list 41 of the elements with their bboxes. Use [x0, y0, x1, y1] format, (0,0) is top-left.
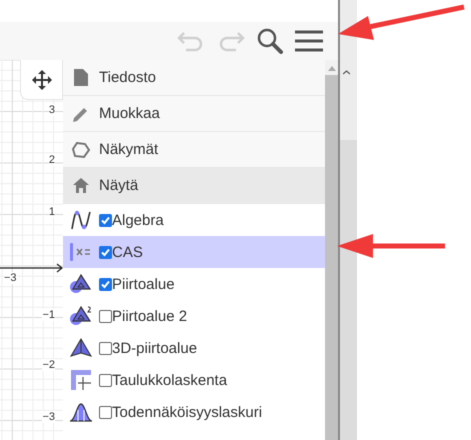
view-item[interactable]: Piirtoalue — [63, 268, 325, 300]
menu-item[interactable]: Tiedosto — [63, 60, 325, 96]
axis-label: −1 — [42, 309, 55, 321]
home-icon — [73, 178, 89, 193]
axis-label: 2 — [48, 154, 55, 166]
checkbox[interactable] — [99, 310, 112, 322]
checkbox[interactable] — [99, 278, 112, 290]
axis-label: 3 — [48, 104, 55, 116]
caret-icon — [343, 70, 350, 75]
view-item[interactable]: Algebra — [63, 204, 325, 236]
checkbox[interactable] — [99, 342, 112, 354]
bell-curve-icon — [69, 402, 93, 422]
menu-item[interactable]: Muokkaa — [63, 96, 325, 132]
polygon-icon — [71, 140, 91, 158]
curve-icon — [70, 210, 92, 230]
view-item[interactable]: Taulukkolaskenta — [63, 364, 325, 396]
checkbox[interactable] — [99, 246, 112, 258]
x-axis — [0, 263, 63, 273]
axis-label: −3 — [42, 411, 55, 423]
axis-label: −2 — [42, 359, 55, 371]
scrollbar[interactable] — [325, 60, 338, 440]
checkbox[interactable] — [99, 374, 112, 386]
cas-icon — [70, 242, 92, 262]
checkbox[interactable] — [99, 406, 112, 418]
view-item[interactable]: Piirtoalue 2 — [63, 300, 325, 332]
table-icon — [71, 370, 91, 390]
triangle-circle-icon — [69, 306, 93, 326]
view-item[interactable]: Todennäköisyyslaskuri — [63, 396, 325, 428]
pyramid-icon — [70, 338, 92, 358]
document-icon — [74, 69, 88, 86]
menu-item[interactable]: Näkymät — [63, 132, 325, 168]
move-button[interactable] — [20, 60, 63, 100]
triangle-circle-icon — [69, 274, 93, 294]
checkbox[interactable] — [99, 214, 112, 226]
view-item[interactable]: 3D-piirtoalue — [63, 332, 325, 364]
pencil-icon — [73, 106, 89, 122]
move-icon — [30, 68, 54, 92]
axis-label: 1 — [48, 206, 55, 218]
axis-label: −3 — [4, 272, 17, 284]
menu-item[interactable]: Näytä — [63, 168, 325, 204]
view-item[interactable]: CAS — [63, 236, 325, 268]
